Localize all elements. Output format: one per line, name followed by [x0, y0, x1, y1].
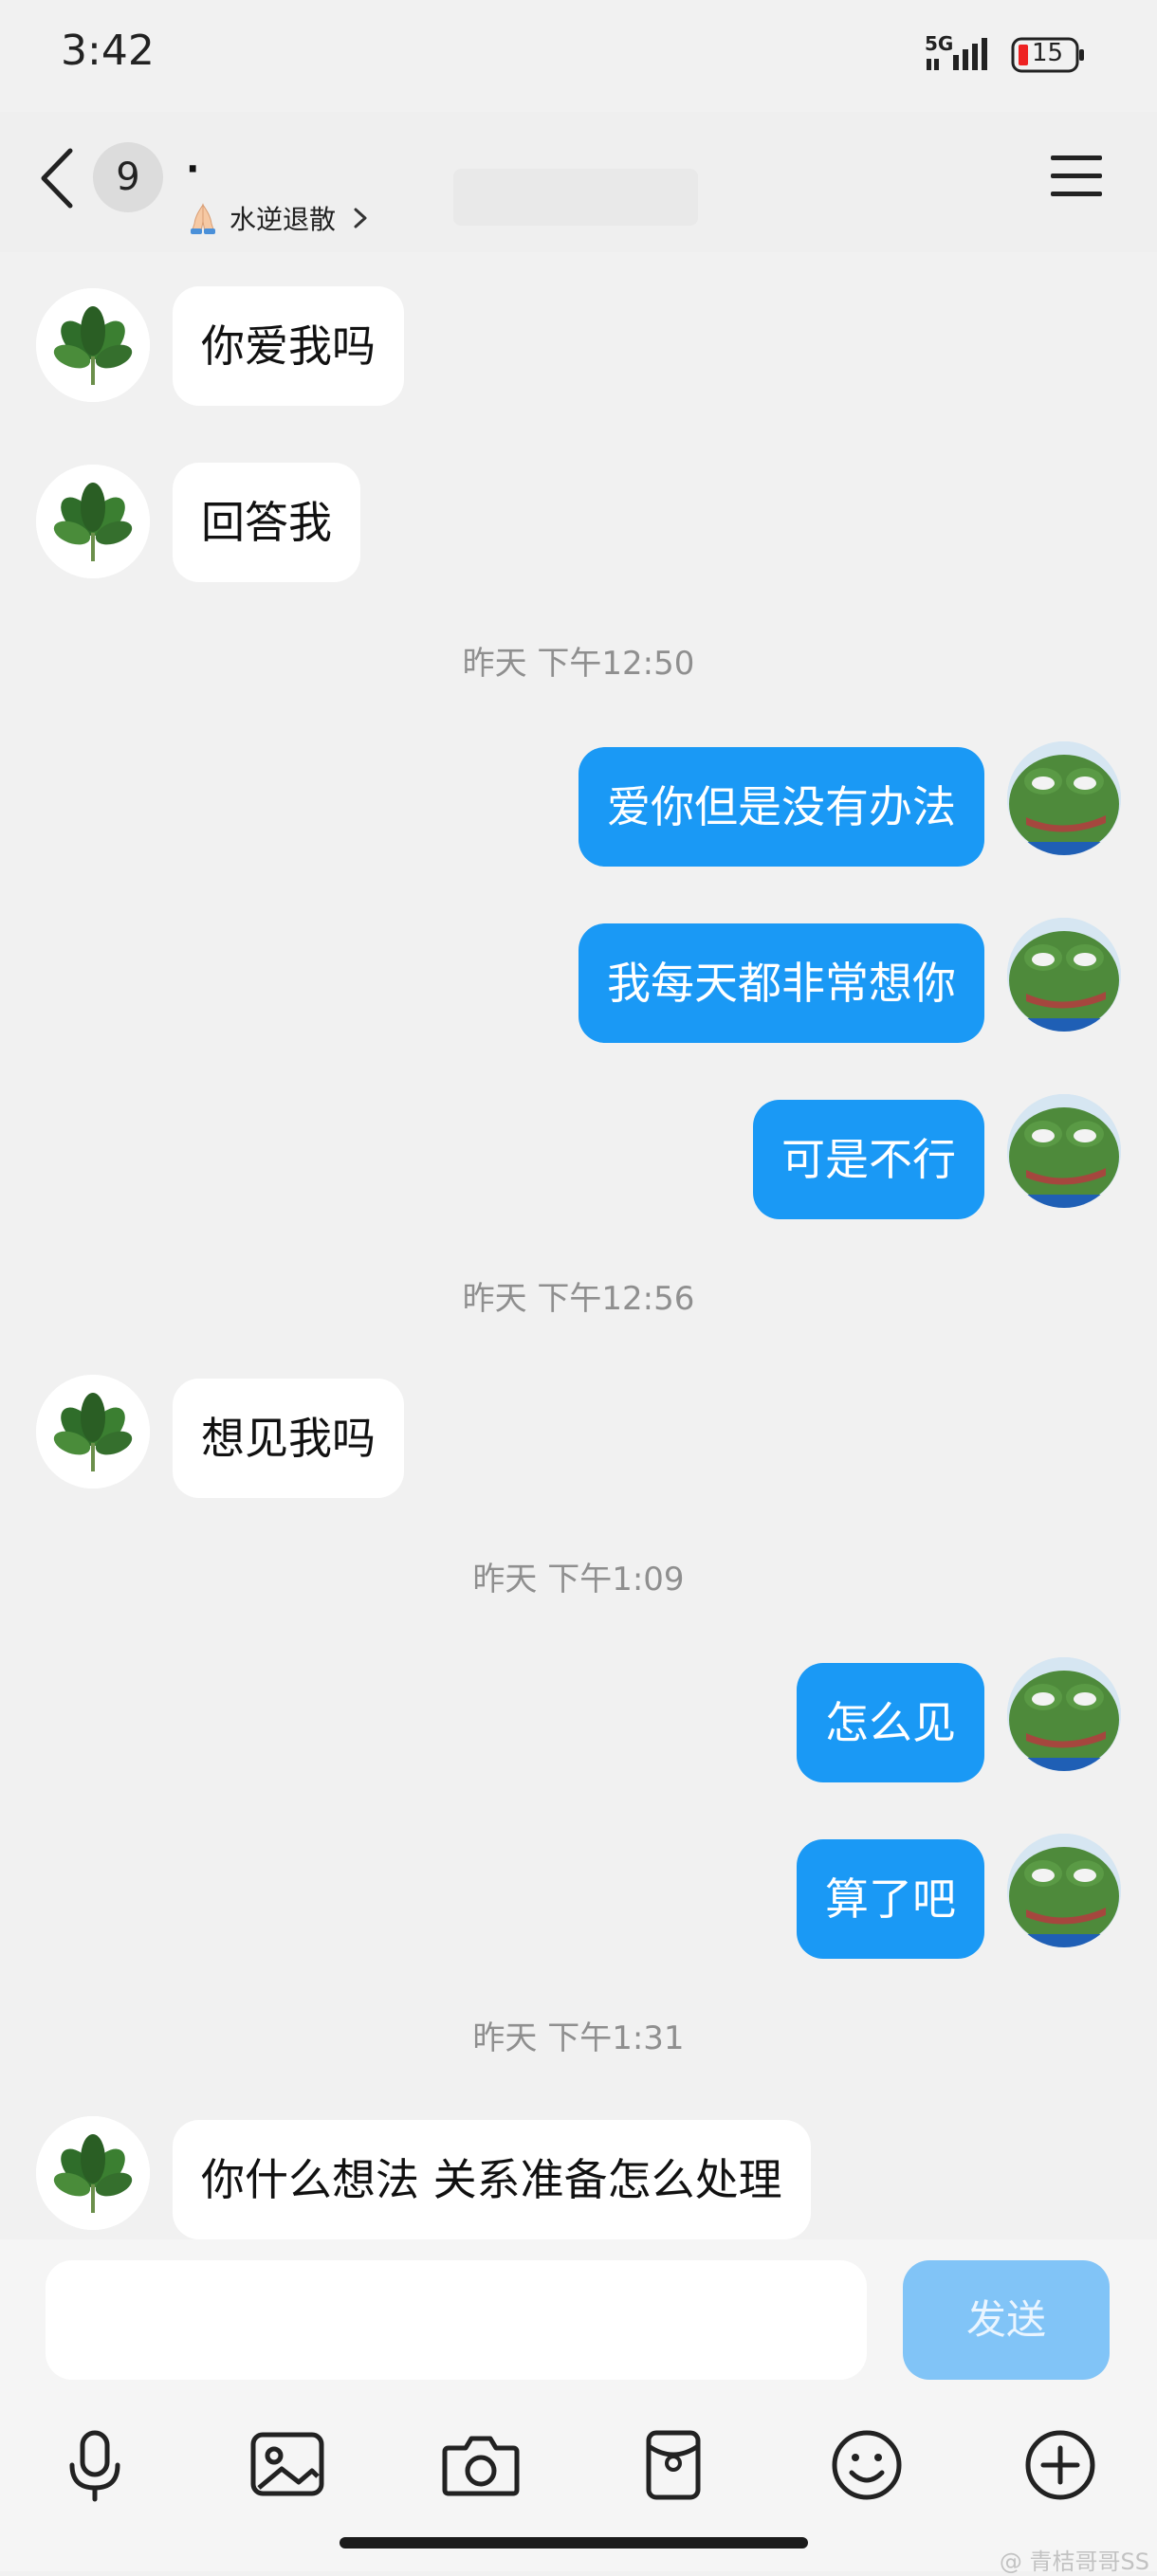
mic-icon	[69, 2430, 120, 2502]
gallery-button[interactable]	[230, 2408, 344, 2522]
timestamp: 昨天 下午12:56	[462, 1280, 695, 1318]
message-row-in: 想见我吗	[0, 1375, 1157, 1498]
back-button[interactable]	[36, 145, 83, 211]
leaves-avatar-icon	[36, 1375, 150, 1489]
self-avatar[interactable]	[1007, 918, 1121, 1032]
timestamp: 昨天 下午1:31	[472, 2019, 685, 2057]
message-bubble[interactable]: 我每天都非常想你	[578, 923, 984, 1043]
message-row-out: 算了吧	[0, 1834, 1157, 1959]
message-bubble[interactable]: 回答我	[173, 463, 360, 582]
emoji-button[interactable]	[810, 2408, 924, 2522]
chevron-right-icon	[354, 208, 367, 228]
signal-icon: 5G	[925, 32, 991, 76]
battery-icon: 15	[1011, 37, 1087, 73]
message-bubble[interactable]: 想见我吗	[173, 1379, 404, 1498]
message-bubble[interactable]: 可是不行	[753, 1100, 984, 1219]
message-row-in: 你什么想法 关系准备怎么处理	[0, 2116, 1157, 2239]
menu-icon	[1051, 155, 1102, 196]
self-avatar[interactable]	[1007, 1657, 1121, 1771]
frog-avatar-icon	[1007, 1657, 1121, 1771]
image-icon	[250, 2432, 324, 2496]
message-row-out: 爱你但是没有办法	[0, 741, 1157, 867]
contact-avatar[interactable]	[36, 465, 150, 578]
message-bubble[interactable]: 你什么想法 关系准备怎么处理	[173, 2120, 811, 2239]
self-avatar[interactable]	[1007, 1834, 1121, 1947]
camera-icon	[442, 2436, 520, 2496]
message-bubble[interactable]: 算了吧	[797, 1839, 984, 1959]
camera-button[interactable]	[424, 2408, 538, 2522]
status-text: 水逆退散	[230, 204, 337, 235]
contact-avatar[interactable]	[36, 1375, 150, 1489]
frog-avatar-icon	[1007, 918, 1121, 1032]
emoji-icon	[832, 2430, 902, 2500]
menu-button[interactable]	[1049, 154, 1104, 199]
unread-badge: 9	[93, 142, 163, 212]
leaves-avatar-icon	[36, 2116, 150, 2230]
message-row-out: 可是不行	[0, 1094, 1157, 1219]
timestamp: 昨天 下午12:50	[462, 645, 695, 683]
chat-header: 9 · 水逆退散	[0, 112, 1157, 252]
message-list[interactable]: 你爱我吗 回答我 昨天 下午12:50 爱你但是没有办法 我每天都非常想你 可是…	[0, 252, 1157, 2239]
message-row-out: 我每天都非常想你	[0, 918, 1157, 1043]
self-avatar[interactable]	[1007, 741, 1121, 855]
message-row-out: 怎么见	[0, 1657, 1157, 1782]
plus-icon	[1025, 2430, 1095, 2500]
frog-avatar-icon	[1007, 1834, 1121, 1947]
timestamp: 昨天 下午1:09	[472, 1561, 685, 1599]
message-row-in: 回答我	[0, 463, 1157, 582]
folded-hands-icon	[191, 203, 215, 234]
send-button[interactable]: 发送	[903, 2260, 1110, 2380]
self-avatar[interactable]	[1007, 1094, 1121, 1208]
message-input[interactable]	[46, 2260, 867, 2380]
contact-avatar[interactable]	[36, 288, 150, 402]
message-bubble[interactable]: 你爱我吗	[173, 286, 404, 406]
leaves-avatar-icon	[36, 465, 150, 578]
chevron-left-icon	[41, 148, 73, 209]
red-packet-icon	[646, 2430, 701, 2500]
mic-button[interactable]	[38, 2408, 152, 2522]
message-row-in: 你爱我吗	[0, 286, 1157, 406]
blurred-region	[453, 169, 698, 226]
more-button[interactable]	[1003, 2408, 1117, 2522]
contact-name[interactable]: ·	[186, 148, 199, 190]
red-packet-button[interactable]	[616, 2408, 730, 2522]
composer: 发送 @ 青桔哥哥SS	[0, 2239, 1157, 2575]
message-bubble[interactable]: 怎么见	[797, 1663, 984, 1782]
frog-avatar-icon	[1007, 1094, 1121, 1208]
battery-level: 15	[1032, 39, 1064, 67]
home-indicator[interactable]	[340, 2537, 808, 2549]
leaves-avatar-icon	[36, 288, 150, 402]
contact-avatar[interactable]	[36, 2116, 150, 2230]
frog-avatar-icon	[1007, 741, 1121, 855]
status-time: 3:42	[61, 27, 155, 75]
composer-toolbar	[0, 2408, 1157, 2522]
status-bar: 3:42 5G 15	[0, 0, 1157, 112]
message-bubble[interactable]: 爱你但是没有办法	[578, 747, 984, 867]
contact-status[interactable]: 水逆退散	[186, 199, 370, 237]
